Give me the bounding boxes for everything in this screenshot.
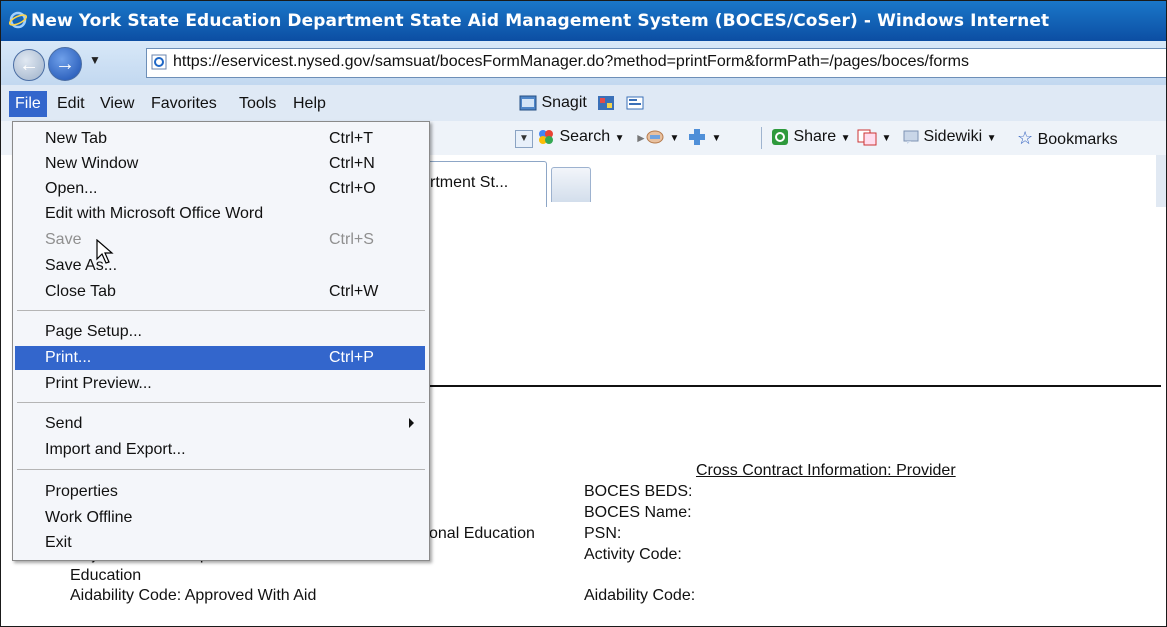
translate-chevron-icon: ▼ [881, 133, 892, 145]
sidewiki-label: Sidewiki [923, 128, 983, 145]
coser-title-partial: onal Education [429, 525, 535, 542]
google-search-button[interactable]: Search ▼ [537, 128, 625, 146]
bookmarks-label: Bookmarks [1037, 131, 1118, 148]
boces-name-label: BOCES Name: [584, 504, 692, 521]
menu-file[interactable]: File [9, 91, 47, 117]
translate-button[interactable]: ▼ [857, 128, 891, 146]
share-icon [772, 129, 788, 145]
sidewiki-icon [903, 130, 919, 144]
mouse-cursor-icon [96, 239, 114, 264]
activity-code-label: Activity Code: [584, 546, 682, 563]
search-chevron-icon: ▼ [614, 133, 625, 145]
plus-icon [689, 129, 705, 145]
snagit-capture-icon[interactable] [597, 95, 615, 111]
menu-item-save-as[interactable]: Save As... [15, 254, 425, 278]
title-bar: New York State Education Department Stat… [1, 1, 1166, 41]
cross-contract-title: Cross Contract Information: Provider [696, 462, 956, 479]
pagerank-chevron-icon: ▼ [669, 133, 680, 145]
toolbar-divider [761, 127, 762, 149]
menu-item-edit-with-word[interactable]: Edit with Microsoft Office Word [15, 202, 425, 226]
aidability-code-label-right: Aidability Code: [584, 587, 696, 604]
bookmarks-button[interactable]: ☆ Bookmarks [1017, 128, 1118, 149]
menu-separator [17, 469, 425, 470]
snagit-icon [519, 95, 537, 111]
sidewiki-button[interactable]: Sidewiki ▼ [903, 128, 997, 146]
menu-item-close-tab[interactable]: Close Tab Ctrl+W [15, 280, 425, 304]
search-label: Search [559, 128, 611, 146]
pagerank-button[interactable]: ▼ [645, 128, 679, 146]
menu-item-import-export[interactable]: Import and Export... [15, 438, 425, 462]
menu-item-work-offline[interactable]: Work Offline [15, 506, 425, 530]
menu-item-open[interactable]: Open... Ctrl+O [15, 177, 425, 201]
translate-icon [857, 129, 877, 146]
major-coser-group-cont: Education [70, 567, 142, 584]
menu-edit[interactable]: Edit [57, 95, 85, 113]
recent-pages-dropdown-icon[interactable]: ▼ [89, 53, 101, 67]
menu-help[interactable]: Help [293, 95, 326, 113]
forward-arrow-icon: → [55, 53, 75, 75]
menu-item-properties[interactable]: Properties [15, 480, 425, 504]
aidability-code-value: Aidability Code: Approved With Aid [70, 587, 317, 604]
menu-item-exit[interactable]: Exit [15, 531, 425, 555]
boces-beds-label: BOCES BEDS: [584, 483, 693, 500]
menu-separator [17, 402, 425, 403]
menu-item-print-preview[interactable]: Print Preview... [15, 372, 425, 396]
page-icon [151, 54, 167, 70]
search-dropdown-button[interactable]: ▼ [515, 130, 533, 148]
add-chevron-icon: ▼ [711, 133, 722, 145]
menu-item-new-window[interactable]: New Window Ctrl+N [15, 152, 425, 176]
address-field[interactable]: https://eservicest.nysed.gov/samsuat/boc… [146, 48, 1166, 78]
menu-item-new-tab[interactable]: New Tab Ctrl+T [15, 127, 425, 151]
back-button[interactable]: ← [13, 49, 45, 81]
psn-label: PSN: [584, 525, 622, 542]
menu-item-page-setup[interactable]: Page Setup... [15, 320, 425, 344]
menu-item-print[interactable]: Print... Ctrl+P [15, 346, 425, 370]
window-title: New York State Education Department Stat… [31, 11, 1050, 31]
add-button[interactable]: ▼ [687, 128, 721, 146]
window-edge [1156, 155, 1166, 207]
horizontal-rule [421, 385, 1161, 387]
sidewiki-chevron-icon: ▼ [986, 133, 997, 144]
back-arrow-icon: ← [19, 54, 39, 76]
share-chevron-icon: ▼ [840, 133, 851, 145]
address-bar-row: ← → ▼ https://eservicest.nysed.gov/samsu… [1, 41, 1166, 85]
star-icon: ☆ [1017, 128, 1034, 148]
forward-button[interactable]: → [48, 47, 82, 81]
menu-tools[interactable]: Tools [239, 95, 276, 113]
share-label: Share [793, 128, 837, 146]
ie-logo-icon [9, 11, 27, 29]
share-button[interactable]: Share ▼ [771, 128, 851, 146]
browser-window: New York State Education Department Stat… [0, 0, 1167, 627]
menu-favorites[interactable]: Favorites [151, 95, 217, 113]
google-icon [539, 130, 553, 144]
menu-separator [17, 310, 425, 311]
submenu-arrow-icon [409, 418, 414, 428]
menu-item-save: Save Ctrl+S [45, 231, 374, 248]
menu-item-send[interactable]: Send [15, 412, 425, 436]
file-menu-dropdown: New Tab Ctrl+T New Window Ctrl+N Open...… [12, 121, 430, 561]
snagit-toolbar[interactable]: Snagit [519, 94, 644, 112]
tab-title: rtment St... [430, 174, 509, 191]
snagit-editor-icon[interactable] [626, 95, 644, 111]
new-tab-button[interactable] [551, 167, 591, 202]
pagerank-icon [646, 130, 664, 144]
menu-bar: File Edit View Favorites Tools Help Snag… [1, 85, 1166, 122]
snagit-label: Snagit [541, 94, 587, 111]
url-text: https://eservicest.nysed.gov/samsuat/boc… [173, 53, 969, 70]
menu-view[interactable]: View [100, 95, 134, 113]
